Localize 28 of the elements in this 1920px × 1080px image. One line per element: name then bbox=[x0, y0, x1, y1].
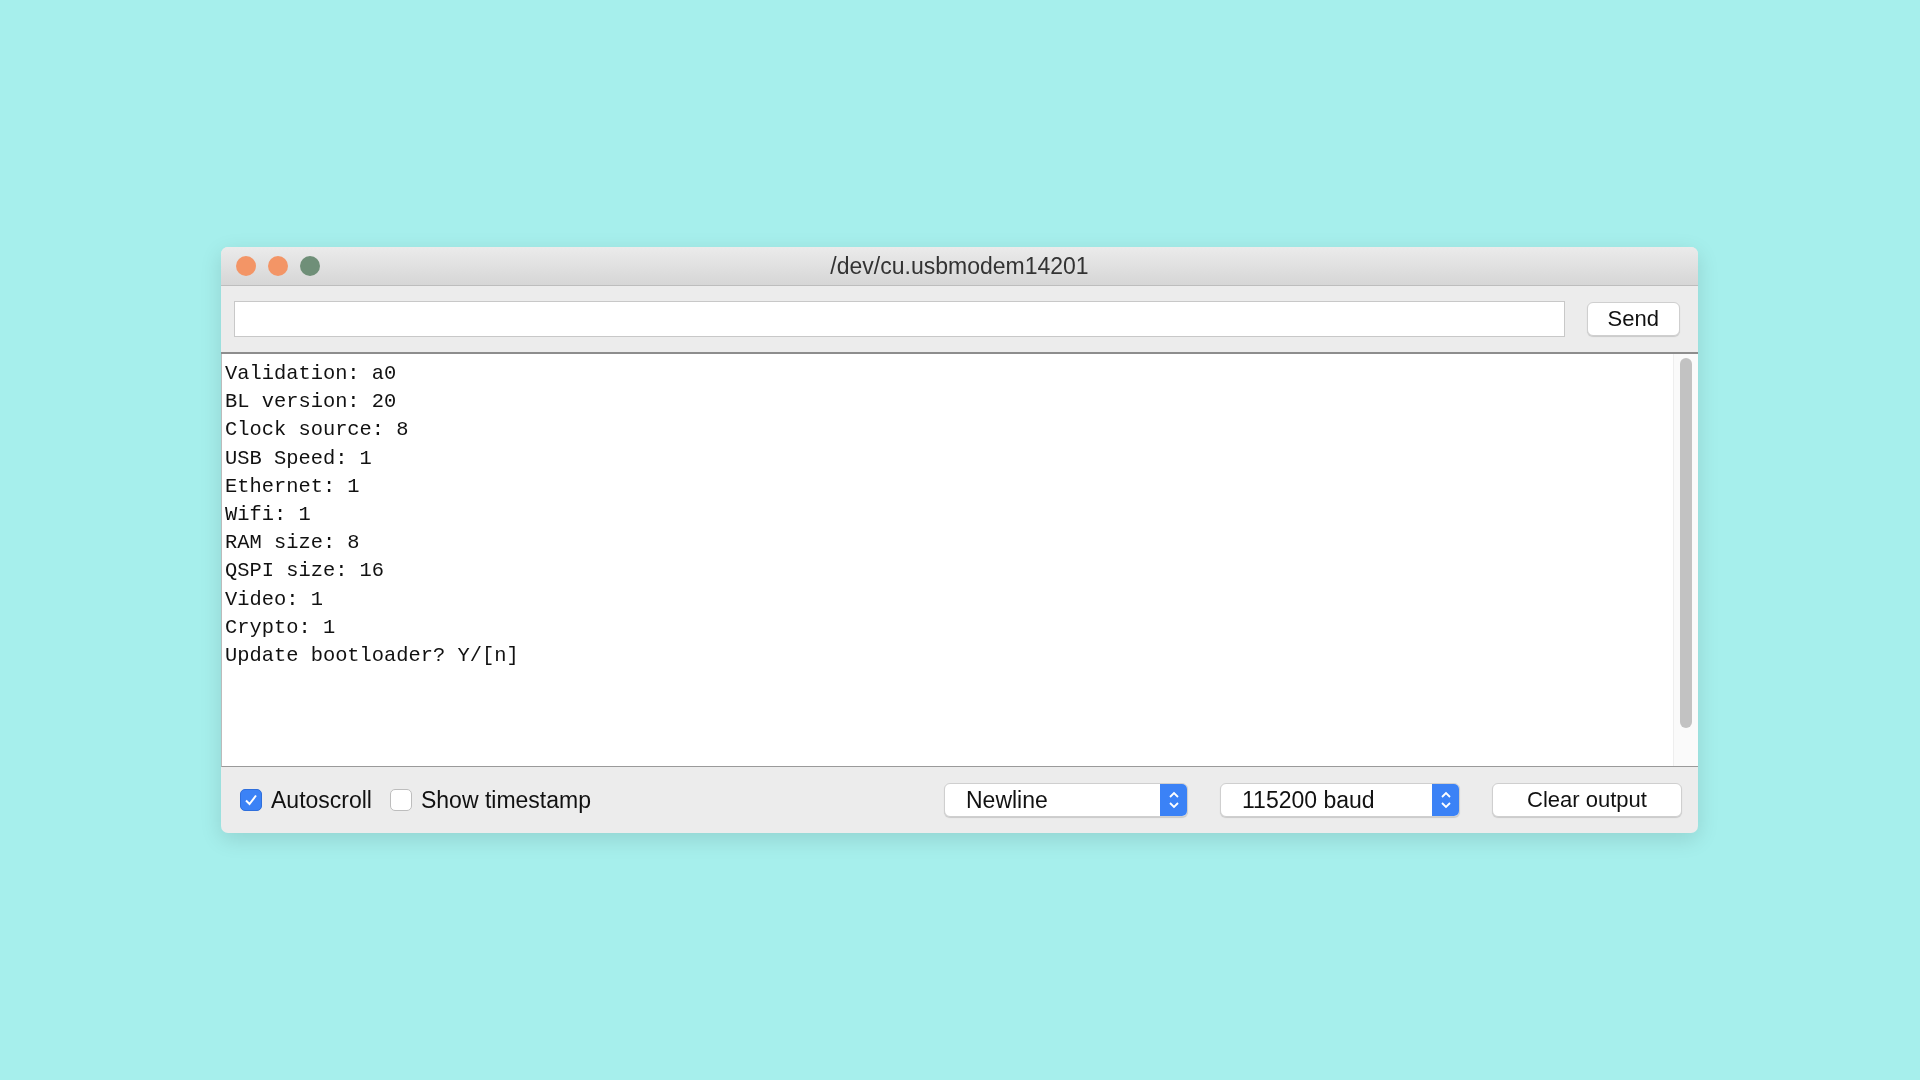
minimize-button[interactable] bbox=[268, 256, 288, 276]
output-line: Ethernet: 1 bbox=[225, 473, 361, 500]
clear-output-button[interactable]: Clear output bbox=[1492, 783, 1682, 817]
output-line: Clock source: 8 bbox=[225, 417, 410, 444]
message-input-field[interactable] bbox=[234, 301, 1565, 337]
output-line: Update bootloader? Y/[n] bbox=[225, 643, 520, 670]
window-title: /dev/cu.usbmodem14201 bbox=[830, 252, 1089, 280]
scrollbar[interactable] bbox=[1673, 354, 1698, 766]
output-line: Wifi: 1 bbox=[225, 502, 312, 528]
output-line: RAM size: 8 bbox=[225, 530, 361, 557]
output-line: Validation: a0 bbox=[225, 361, 398, 387]
output-line: Crypto: 1 bbox=[225, 614, 337, 641]
send-button[interactable]: Send bbox=[1586, 302, 1680, 336]
zoom-button[interactable] bbox=[300, 256, 320, 276]
checkbox-label: Autoscroll bbox=[271, 786, 372, 814]
checkbox-label: Show timestamp bbox=[421, 786, 591, 814]
up-down-arrows-icon bbox=[1432, 784, 1459, 816]
checkmark-icon bbox=[244, 793, 258, 807]
close-button[interactable] bbox=[236, 256, 256, 276]
baud-rate-dropdown[interactable]: 115200 baud bbox=[1220, 783, 1460, 817]
checkbox[interactable] bbox=[390, 789, 412, 811]
output-line: USB Speed: 1 bbox=[225, 445, 373, 472]
up-down-arrows-icon bbox=[1160, 784, 1187, 816]
output-line: Video: 1 bbox=[225, 586, 324, 613]
checkbox[interactable] bbox=[240, 789, 262, 811]
output-line: BL version: 20 bbox=[225, 389, 398, 416]
line-ending-dropdown[interactable]: Newline bbox=[944, 783, 1188, 817]
output-line: QSPI size: 16 bbox=[225, 558, 386, 585]
